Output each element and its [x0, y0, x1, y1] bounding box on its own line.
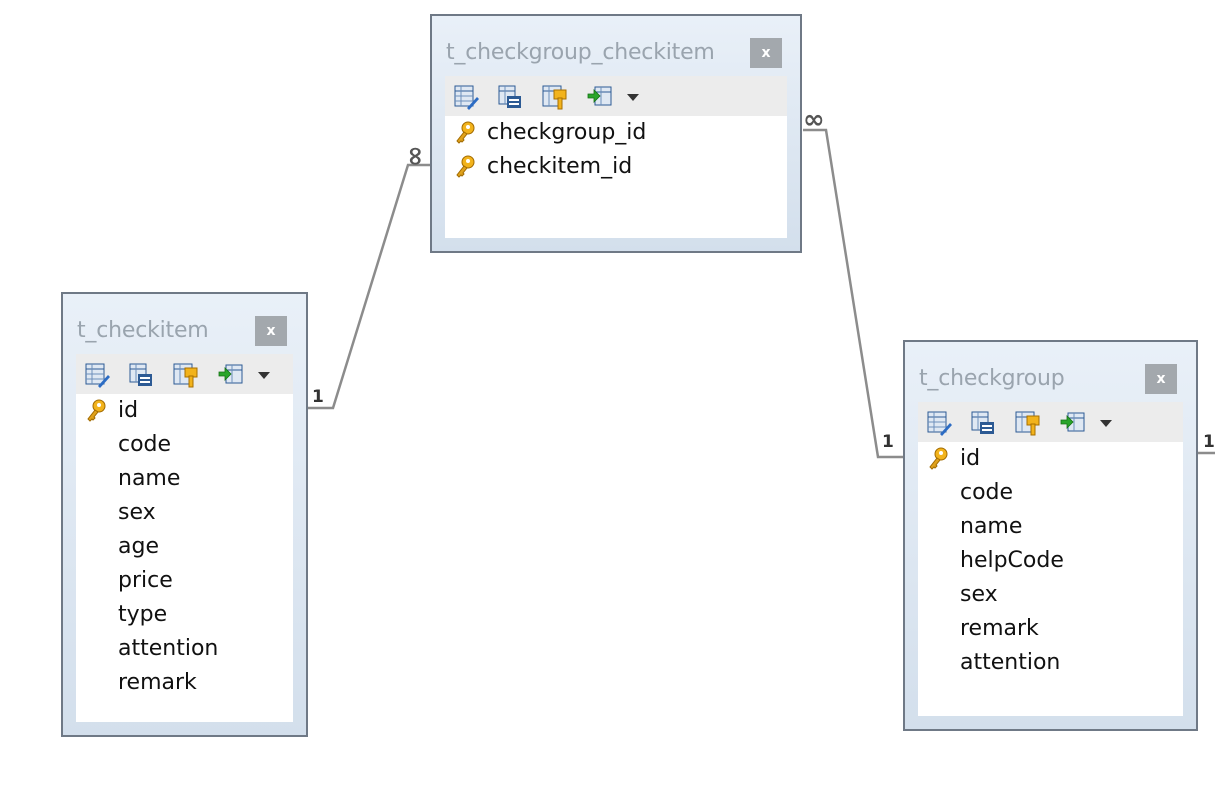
close-button[interactable]: x	[750, 38, 782, 68]
field-name: helpCode	[960, 548, 1064, 573]
field-row[interactable]: remark	[76, 666, 293, 700]
chevron-down-icon[interactable]	[1100, 420, 1112, 427]
cardinality-one-offscreen: 1	[1203, 432, 1215, 452]
key-table-icon[interactable]	[1014, 410, 1040, 436]
close-button[interactable]: x	[1145, 364, 1177, 394]
field-name: remark	[960, 616, 1039, 641]
field-row[interactable]: checkitem_id	[445, 150, 787, 184]
chevron-down-icon[interactable]	[627, 94, 639, 101]
table-toolbar	[918, 402, 1183, 442]
chevron-down-icon[interactable]	[258, 372, 270, 379]
field-name: remark	[118, 670, 197, 695]
import-icon[interactable]	[218, 362, 244, 388]
table-toolbar	[76, 354, 293, 394]
field-name: checkgroup_id	[487, 120, 647, 145]
field-row[interactable]: helpCode	[918, 544, 1183, 578]
primary-key-icon	[455, 121, 477, 145]
table-title: t_checkgroup	[919, 366, 1065, 391]
cardinality-one-checkgroup: 1	[882, 432, 894, 452]
field-name: name	[118, 466, 181, 491]
primary-key-icon	[86, 399, 108, 423]
relation-line-checkgroup	[803, 128, 904, 459]
field-row[interactable]: type	[76, 598, 293, 632]
table-body: checkgroup_id checkitem_id	[445, 76, 787, 238]
key-table-icon[interactable]	[541, 84, 567, 110]
design-table-icon[interactable]	[453, 84, 479, 110]
import-icon[interactable]	[587, 84, 613, 110]
view-table-icon[interactable]	[128, 362, 154, 388]
view-table-icon[interactable]	[970, 410, 996, 436]
table-checkitem[interactable]: t_checkitem x id code name sex age price type a…	[61, 292, 308, 737]
field-row[interactable]: attention	[76, 632, 293, 666]
field-name: code	[960, 480, 1014, 505]
field-row[interactable]: id	[918, 442, 1183, 476]
key-table-icon[interactable]	[172, 362, 198, 388]
field-name: age	[118, 534, 159, 559]
table-body: id code name sex age price type attention remark	[76, 354, 293, 722]
view-table-icon[interactable]	[497, 84, 523, 110]
cardinality-one-checkitem: 1	[312, 387, 324, 407]
close-button[interactable]: x	[255, 316, 287, 346]
field-row[interactable]: checkgroup_id	[445, 116, 787, 150]
field-list: checkgroup_id checkitem_id	[445, 116, 787, 184]
table-toolbar	[445, 76, 787, 116]
field-row[interactable]: name	[76, 462, 293, 496]
field-list: id code name sex age price type attention remark	[76, 394, 293, 700]
primary-key-icon	[455, 155, 477, 179]
table-title: t_checkitem	[77, 318, 209, 343]
relation-line-checkitem	[308, 163, 432, 410]
design-table-icon[interactable]	[926, 410, 952, 436]
field-row[interactable]: age	[76, 530, 293, 564]
primary-key-icon	[928, 447, 950, 471]
cardinality-many-checkgroup: ∞	[803, 105, 825, 135]
field-name: attention	[960, 650, 1061, 675]
design-table-icon[interactable]	[84, 362, 110, 388]
field-row[interactable]: name	[918, 510, 1183, 544]
field-list: id code name helpCode sex remark attention	[918, 442, 1183, 680]
table-title: t_checkgroup_checkitem	[446, 40, 715, 65]
field-name: sex	[960, 582, 998, 607]
table-checkgroup[interactable]: t_checkgroup x id code name helpCode sex rema…	[903, 340, 1198, 731]
field-row[interactable]: code	[918, 476, 1183, 510]
field-name: price	[118, 568, 173, 593]
field-row[interactable]: price	[76, 564, 293, 598]
field-name: attention	[118, 636, 219, 661]
field-row[interactable]: id	[76, 394, 293, 428]
field-name: code	[118, 432, 172, 457]
field-row[interactable]: sex	[76, 496, 293, 530]
table-checkgroup-checkitem[interactable]: t_checkgroup_checkitem x checkgroup_id ch…	[430, 14, 802, 253]
field-row[interactable]: remark	[918, 612, 1183, 646]
cardinality-many-checkitem: ∞	[400, 145, 430, 167]
import-icon[interactable]	[1060, 410, 1086, 436]
field-row[interactable]: sex	[918, 578, 1183, 612]
field-name: id	[118, 398, 139, 423]
field-name: name	[960, 514, 1023, 539]
field-name: sex	[118, 500, 156, 525]
field-name: checkitem_id	[487, 154, 633, 179]
table-body: id code name helpCode sex remark attention	[918, 402, 1183, 716]
field-name: id	[960, 446, 981, 471]
field-row[interactable]: code	[76, 428, 293, 462]
field-row[interactable]: attention	[918, 646, 1183, 680]
field-name: type	[118, 602, 168, 627]
